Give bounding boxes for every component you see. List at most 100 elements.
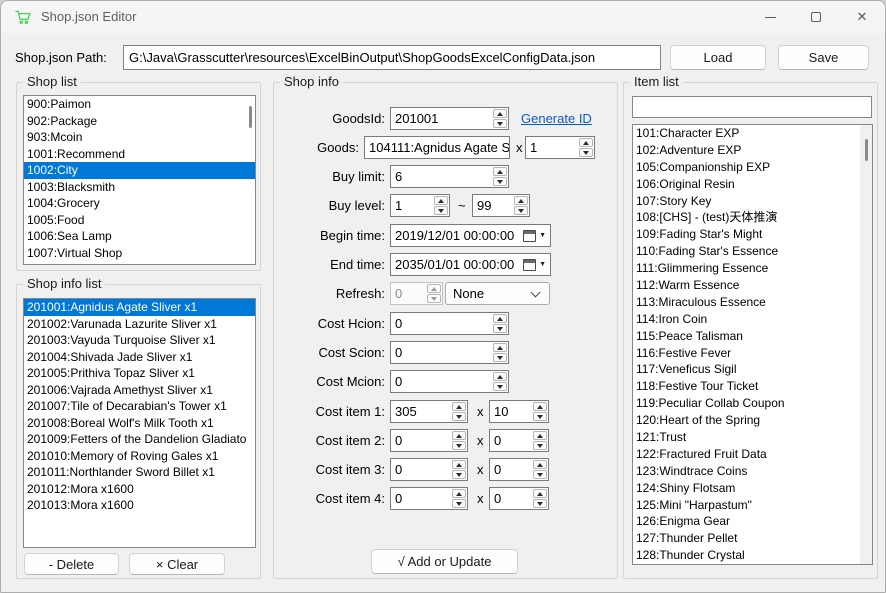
list-item[interactable]: 201009:Fetters of the Dandelion Gladiato (24, 431, 255, 448)
minimize-button[interactable] (747, 1, 793, 33)
goods-count-spinner[interactable]: 1 (525, 136, 595, 159)
cost-hcion-spinner[interactable]: 0 (390, 312, 509, 335)
list-item[interactable]: 201003:Vayuda Turquoise Sliver x1 (24, 332, 255, 349)
cost-item-2-id-spinner[interactable]: 0 (390, 429, 468, 452)
shop-list-scrollbar-thumb[interactable] (249, 106, 252, 128)
cost-item-3-count-spinner[interactable]: 0 (489, 458, 549, 481)
buy-level-max-spinner[interactable]: 99 (472, 194, 530, 217)
list-item[interactable]: 117:Veneficus Sigil (633, 361, 872, 378)
list-item[interactable]: 902:Package (24, 113, 255, 130)
load-button[interactable]: Load (670, 45, 766, 70)
list-item[interactable]: 201001:Agnidus Agate Sliver x1 (24, 299, 255, 316)
item-listbox[interactable]: 101:Character EXP102:Adventure EXP105:Co… (632, 124, 873, 565)
path-input[interactable] (123, 45, 661, 70)
list-item[interactable]: 201010:Memory of Roving Gales x1 (24, 448, 255, 465)
list-item[interactable]: 106:Original Resin (633, 176, 872, 193)
list-item[interactable]: 201004:Shivada Jade Sliver x1 (24, 349, 255, 366)
shop-listbox[interactable]: 900:Paimon902:Package903:Mcoin1001:Recom… (23, 95, 256, 265)
cost-item-2-count-spinner[interactable]: 0 (489, 429, 549, 452)
cost-item-1-count-spinner[interactable]: 10 (489, 400, 549, 423)
list-item[interactable]: 903:Mcoin (24, 129, 255, 146)
list-item[interactable]: 1003:Blacksmith (24, 179, 255, 196)
maximize-button[interactable] (793, 1, 839, 33)
list-item[interactable]: 1002:City (24, 162, 255, 179)
item-search-input[interactable] (632, 96, 872, 118)
buy-level-min-spin-buttons[interactable] (433, 195, 449, 216)
list-item[interactable]: 118:Festive Tour Ticket (633, 378, 872, 395)
end-time-picker[interactable]: 2035/01/01 00:00:00 ▼ (390, 253, 551, 276)
list-item[interactable]: 123:Windtrace Coins (633, 463, 872, 480)
list-item[interactable]: 111:Glimmering Essence (633, 260, 872, 277)
list-item[interactable]: 116:Festive Fever (633, 345, 872, 362)
list-item[interactable]: 113:Miraculous Essence (633, 294, 872, 311)
cost-item-1-id-spinner[interactable]: 305 (390, 400, 468, 423)
list-item[interactable]: 127:Thunder Pellet (633, 530, 872, 547)
list-item[interactable]: 128:Thunder Crystal (633, 547, 872, 564)
list-item[interactable]: 124:Shiny Flotsam (633, 480, 872, 497)
save-button[interactable]: Save (778, 45, 869, 70)
cost-item-1-id-spin-buttons[interactable] (451, 401, 467, 422)
add-or-update-button[interactable]: √ Add or Update (371, 549, 518, 574)
list-item[interactable]: 125:Mini "Harpastum" (633, 497, 872, 514)
list-item[interactable]: 1004:Grocery (24, 195, 255, 212)
cost-scion-spin-buttons[interactable] (492, 342, 508, 363)
cost-item-3-id-spin-buttons[interactable] (451, 459, 467, 480)
buy-level-min-spinner[interactable]: 1 (390, 194, 450, 217)
list-item[interactable]: 112:Warm Essence (633, 277, 872, 294)
generate-id-link[interactable]: Generate ID (521, 111, 592, 126)
list-item[interactable]: 114:Iron Coin (633, 311, 872, 328)
list-item[interactable]: 1006:Sea Lamp (24, 228, 255, 245)
buy-limit-spin-buttons[interactable] (492, 166, 508, 187)
cost-mcion-spinner[interactable]: 0 (390, 370, 509, 393)
item-list-scrollbar[interactable] (860, 125, 872, 564)
item-list-scrollbar-thumb[interactable] (865, 139, 868, 161)
list-item[interactable]: 1005:Food (24, 212, 255, 229)
list-item[interactable]: 109:Fading Star's Might (633, 226, 872, 243)
cost-item-4-count-spin-buttons[interactable] (532, 488, 548, 509)
cost-item-4-id-spinner[interactable]: 0 (390, 487, 468, 510)
list-item[interactable]: 101:Character EXP (633, 125, 872, 142)
begin-time-picker[interactable]: 2019/12/01 00:00:00 ▼ (390, 224, 551, 247)
list-item[interactable]: 201011:Northlander Sword Billet x1 (24, 464, 255, 481)
list-item[interactable]: 201008:Boreal Wolf's Milk Tooth x1 (24, 415, 255, 432)
cost-item-2-id-spin-buttons[interactable] (451, 430, 467, 451)
buy-limit-spinner[interactable]: 6 (390, 165, 509, 188)
list-item[interactable]: 121:Trust (633, 429, 872, 446)
list-item[interactable]: 1007:Virtual Shop (24, 245, 255, 262)
close-button[interactable]: ✕ (839, 1, 885, 33)
buy-level-max-spin-buttons[interactable] (513, 195, 529, 216)
list-item[interactable]: 115:Peace Talisman (633, 328, 872, 345)
list-item[interactable]: 120:Heart of the Spring (633, 412, 872, 429)
cost-item-4-id-spin-buttons[interactable] (451, 488, 467, 509)
clear-button[interactable]: × Clear (129, 553, 225, 575)
list-item[interactable]: 201012:Mora x1600 (24, 481, 255, 498)
list-item[interactable]: 102:Adventure EXP (633, 142, 872, 159)
goods-value-box[interactable]: 104111:Agnidus Agate S (364, 136, 510, 159)
cost-item-4-count-spinner[interactable]: 0 (489, 487, 549, 510)
shop-info-listbox[interactable]: 201001:Agnidus Agate Sliver x1201002:Var… (23, 298, 256, 548)
list-item[interactable]: 201002:Varunada Lazurite Sliver x1 (24, 316, 255, 333)
list-item[interactable]: 108:[CHS] - (test)天体推演 (633, 209, 872, 226)
delete-button[interactable]: - Delete (24, 553, 119, 575)
goods-id-spin-buttons[interactable] (492, 108, 508, 129)
cost-item-2-count-spin-buttons[interactable] (532, 430, 548, 451)
goods-id-spinner[interactable]: 201001 (390, 107, 509, 130)
cost-item-3-count-spin-buttons[interactable] (532, 459, 548, 480)
list-item[interactable]: 107:Story Key (633, 193, 872, 210)
list-item[interactable]: 119:Peculiar Collab Coupon (633, 395, 872, 412)
cost-item-3-id-spinner[interactable]: 0 (390, 458, 468, 481)
cost-hcion-spin-buttons[interactable] (492, 313, 508, 334)
list-item[interactable]: 900:Paimon (24, 96, 255, 113)
cost-item-1-count-spin-buttons[interactable] (532, 401, 548, 422)
list-item[interactable]: 201005:Prithiva Topaz Sliver x1 (24, 365, 255, 382)
list-item[interactable]: 126:Enigma Gear (633, 513, 872, 530)
cost-scion-spinner[interactable]: 0 (390, 341, 509, 364)
list-item[interactable]: 1001:Recommend (24, 146, 255, 163)
list-item[interactable]: 110:Fading Star's Essence (633, 243, 872, 260)
list-item[interactable]: 201013:Mora x1600 (24, 497, 255, 514)
list-item[interactable]: 201007:Tile of Decarabian's Tower x1 (24, 398, 255, 415)
goods-count-spin-buttons[interactable] (578, 137, 594, 158)
list-item[interactable]: 122:Fractured Fruit Data (633, 446, 872, 463)
cost-mcion-spin-buttons[interactable] (492, 371, 508, 392)
list-item[interactable]: 105:Companionship EXP (633, 159, 872, 176)
